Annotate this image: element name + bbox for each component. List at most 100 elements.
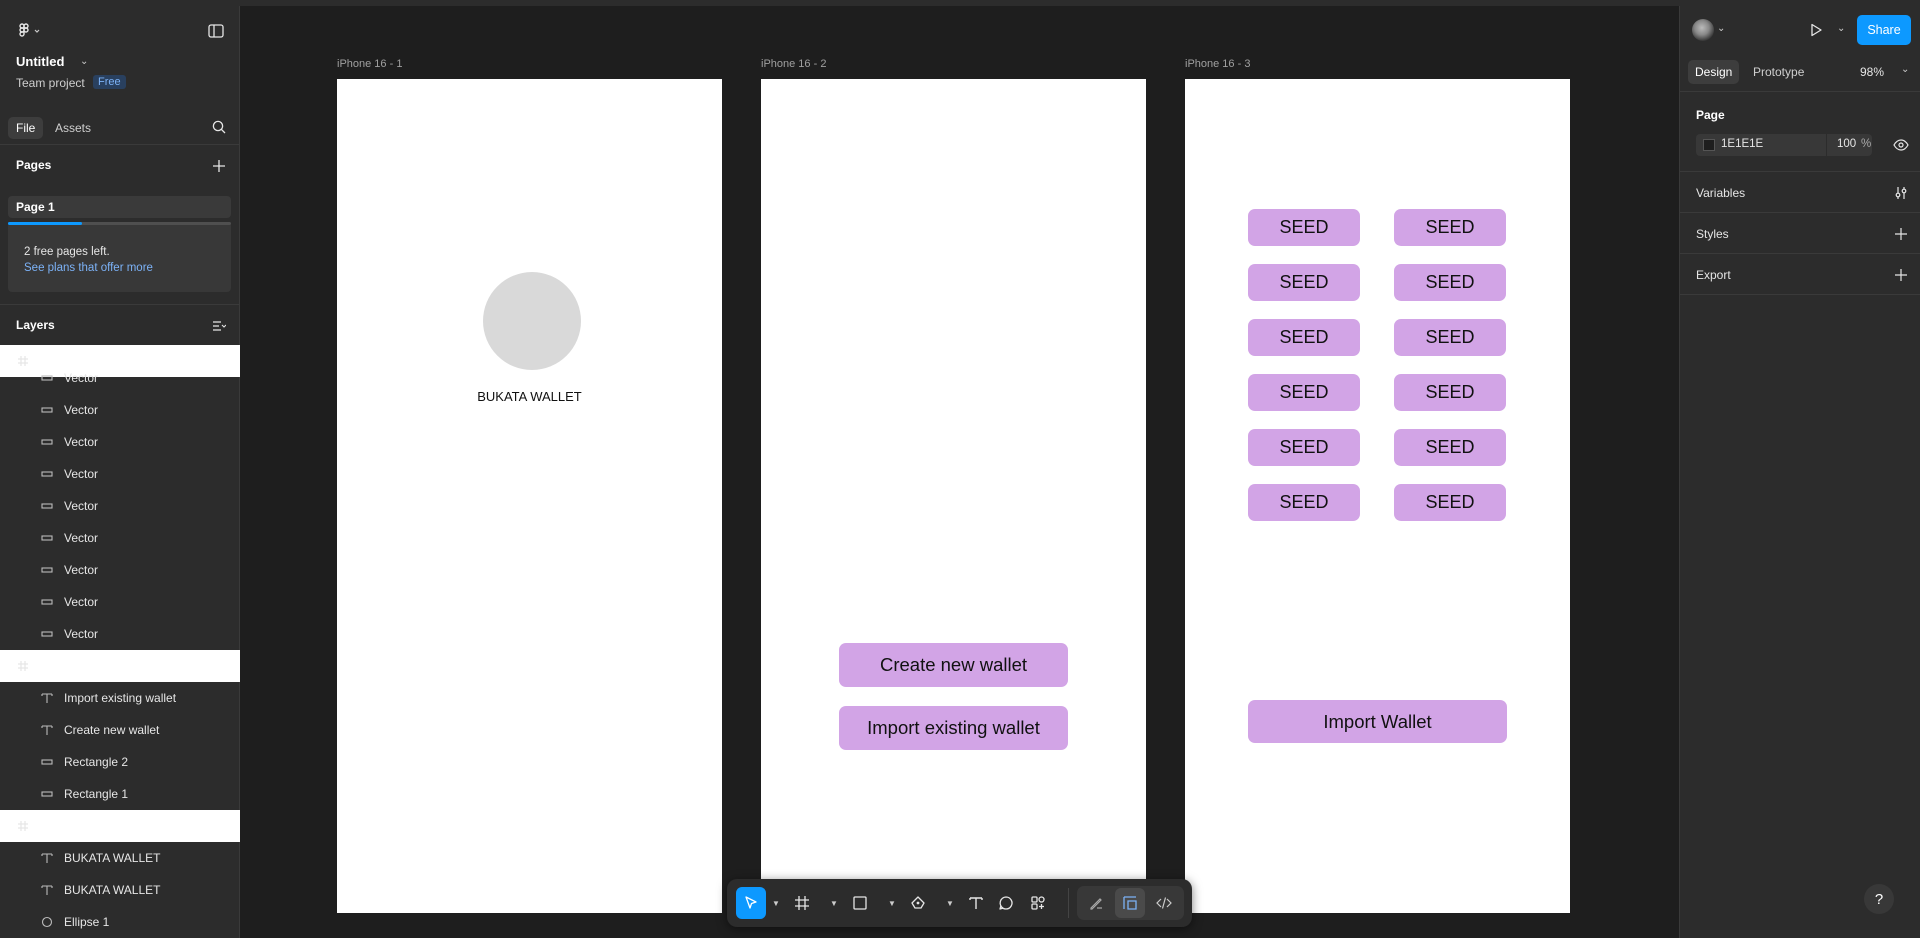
layer-item[interactable]: Vector (0, 426, 240, 458)
present-play-icon[interactable] (1807, 21, 1825, 39)
help-button[interactable]: ? (1864, 884, 1894, 914)
draw-mode-icon[interactable] (1081, 888, 1111, 918)
import-existing-wallet-button[interactable]: Import existing wallet (839, 706, 1068, 750)
layers-list-icon[interactable] (210, 317, 228, 335)
layer-item[interactable]: Vector (0, 458, 240, 490)
page-background-field[interactable]: 1E1E1E 100 % (1696, 134, 1872, 156)
layer-item[interactable]: Vector (0, 522, 240, 554)
rectangle-icon (40, 755, 54, 769)
figma-menu-icon[interactable] (16, 22, 44, 40)
dev-mode-icon[interactable] (1149, 888, 1179, 918)
tab-file[interactable]: File (8, 117, 44, 139)
canvas[interactable]: iPhone 16 - 1 iPhone 16 - 2 iPhone 16 - … (240, 6, 1679, 938)
comment-tool-icon[interactable] (991, 887, 1021, 919)
add-page-icon[interactable] (210, 157, 228, 175)
layer-frame[interactable]: iPhone 16 - 2 (0, 650, 240, 682)
layer-item[interactable]: Ellipse 1 (0, 906, 240, 938)
eye-icon[interactable] (1892, 136, 1910, 154)
layer-item[interactable]: Rectangle 1 (0, 778, 240, 810)
frame-iphone-16-1[interactable]: BUKATA WALLET (337, 79, 722, 913)
layer-item[interactable]: Vector (0, 618, 240, 650)
color-swatch[interactable] (1703, 139, 1715, 151)
seed-word-box[interactable]: SEED (1394, 484, 1506, 521)
pages-header: Pages (16, 158, 52, 172)
notice-text: 2 free pages left. (24, 246, 110, 258)
seed-word-box[interactable]: SEED (1248, 374, 1360, 411)
styles-label[interactable]: Styles (1696, 227, 1729, 241)
actions-tool-icon[interactable] (1023, 887, 1053, 919)
rectangle-tool-icon[interactable] (845, 887, 875, 919)
chevron-down-icon[interactable]: ⌄ (1837, 23, 1845, 34)
move-tool-icon[interactable] (736, 887, 766, 919)
text-tool-icon[interactable] (961, 887, 991, 919)
tab-assets[interactable]: Assets (47, 117, 99, 139)
import-wallet-button[interactable]: Import Wallet (1248, 700, 1507, 743)
export-section[interactable]: Export (1680, 254, 1920, 295)
layer-item[interactable]: BUKATA WALLET (0, 874, 240, 906)
opacity-value[interactable]: 100 (1837, 138, 1856, 150)
layer-item[interactable]: Vector (0, 554, 240, 586)
styles-section[interactable]: Styles (1680, 213, 1920, 254)
zoom-level[interactable]: 98% (1860, 65, 1884, 79)
chevron-down-icon[interactable]: ▼ (772, 899, 780, 908)
seed-word-box[interactable]: SEED (1394, 209, 1506, 246)
layer-item[interactable]: BUKATA WALLET (0, 842, 240, 874)
layer-item[interactable]: Rectangle 2 (0, 746, 240, 778)
seed-word-box[interactable]: SEED (1394, 374, 1506, 411)
bottom-toolbar: ▼ ▼ ▼ ▼ (727, 879, 1192, 927)
seed-word-box[interactable]: SEED (1248, 484, 1360, 521)
chevron-down-icon[interactable]: ⌄ (1901, 64, 1909, 75)
frame-iphone-16-2[interactable]: Create new wallet Import existing wallet (761, 79, 1146, 913)
see-plans-link[interactable]: See plans that offer more (24, 262, 153, 274)
layer-frame[interactable]: iPhone 16 - 1 (0, 810, 240, 842)
design-mode-icon[interactable] (1115, 888, 1145, 918)
seed-word-box[interactable]: SEED (1394, 319, 1506, 356)
bukata-wallet-text[interactable]: BUKATA WALLET (337, 389, 722, 404)
seed-word-box[interactable]: SEED (1248, 264, 1360, 301)
export-label[interactable]: Export (1696, 268, 1731, 282)
create-new-wallet-button[interactable]: Create new wallet (839, 643, 1068, 687)
avatar[interactable] (1692, 19, 1714, 41)
layer-name: Vector (64, 371, 99, 385)
layer-item[interactable]: Vector (0, 394, 240, 426)
variables-label[interactable]: Variables (1696, 186, 1745, 200)
chevron-down-icon[interactable]: ▼ (888, 899, 896, 908)
layer-item[interactable]: Create new wallet (0, 714, 240, 746)
page-item-page-1[interactable]: Page 1 (8, 196, 231, 218)
chevron-down-icon[interactable]: ▼ (830, 899, 838, 908)
toggle-sidebar-icon[interactable] (206, 22, 226, 40)
seed-word-box[interactable]: SEED (1394, 429, 1506, 466)
vector-icon (40, 371, 54, 385)
frame-iphone-16-3[interactable]: Import Wallet SEED SEED SEED SEED SEED SEED SE… (1185, 79, 1570, 913)
frame-label-1[interactable]: iPhone 16 - 1 (337, 58, 402, 70)
add-style-icon[interactable] (1892, 225, 1910, 243)
share-button[interactable]: Share (1857, 15, 1911, 45)
layer-item[interactable]: Vector (0, 490, 240, 522)
variables-section[interactable]: Variables (1680, 172, 1920, 213)
logo-ellipse[interactable] (483, 272, 581, 370)
chevron-down-icon[interactable]: ▼ (946, 899, 954, 908)
frame-label-2[interactable]: iPhone 16 - 2 (761, 58, 826, 70)
tab-design[interactable]: Design (1688, 60, 1740, 84)
search-icon[interactable] (210, 118, 228, 136)
seed-word-box[interactable]: SEED (1248, 319, 1360, 356)
frame-label-3[interactable]: iPhone 16 - 3 (1185, 58, 1250, 70)
layer-item[interactable]: Vector (0, 362, 240, 394)
seed-word-box[interactable]: SEED (1248, 429, 1360, 466)
right-header: ⌄ ⌄ Share (1680, 6, 1920, 56)
layer-item[interactable]: Vector (0, 586, 240, 618)
frame-tool-icon[interactable] (787, 887, 817, 919)
seed-word-box[interactable]: SEED (1248, 209, 1360, 246)
file-title[interactable]: Untitled (16, 54, 64, 69)
add-export-icon[interactable] (1892, 266, 1910, 284)
seed-word-box[interactable]: SEED (1394, 264, 1506, 301)
layer-name: Rectangle 2 (64, 755, 129, 769)
project-name[interactable]: Team project (16, 76, 85, 90)
pen-tool-icon[interactable] (903, 887, 933, 919)
chevron-down-icon[interactable]: ⌄ (80, 56, 88, 67)
tab-prototype[interactable]: Prototype (1753, 65, 1804, 79)
variables-settings-icon[interactable] (1892, 184, 1910, 202)
chevron-down-icon[interactable]: ⌄ (1717, 23, 1725, 34)
bg-color-value[interactable]: 1E1E1E (1721, 138, 1763, 150)
layer-item[interactable]: Import existing wallet (0, 682, 240, 714)
